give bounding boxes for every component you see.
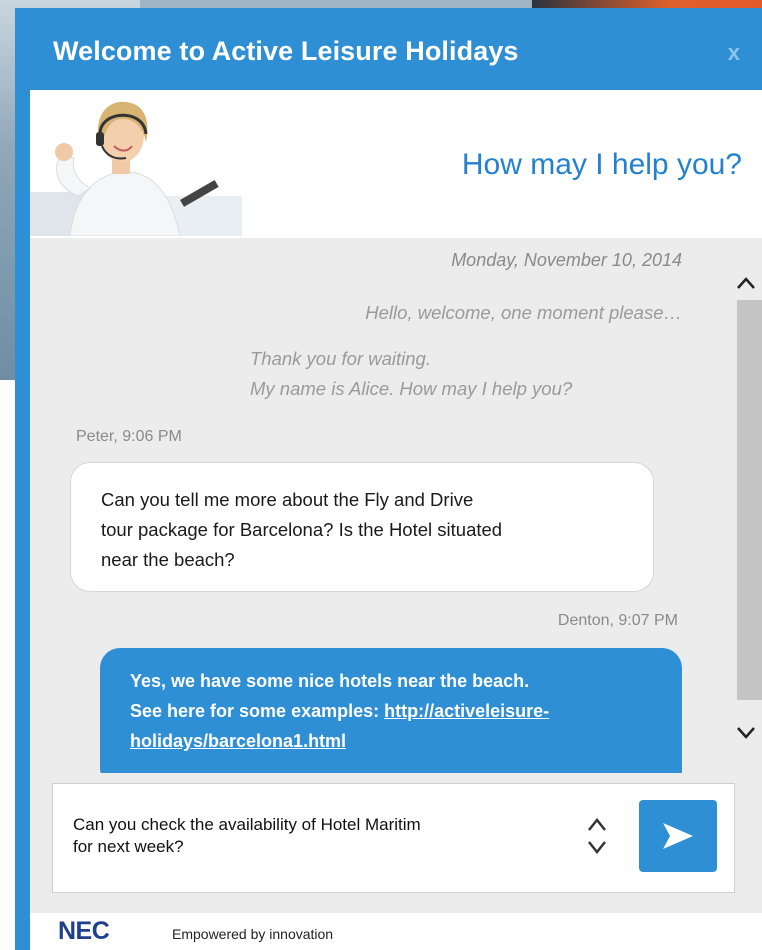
footer-tagline: Empowered by innovation <box>172 926 334 942</box>
system-message: Thank you for waiting. My name is Alice.… <box>250 348 573 399</box>
agent-message-bubble: Yes, we have some nice hotels near the b… <box>100 648 682 773</box>
send-button[interactable] <box>639 800 717 872</box>
customer-message-bubble: Can you tell me more about the Fly and D… <box>70 462 654 592</box>
agent-avatar <box>30 96 242 236</box>
hotel-examples-link[interactable]: http://activeleisure- <box>384 701 549 721</box>
footer: NEC Empowered by innovation <box>30 913 762 950</box>
window-title: Welcome to Active Leisure Holidays <box>53 36 519 66</box>
system-message: Hello, welcome, one moment please… <box>365 302 682 323</box>
message-compose-area: Can you check the availability of Hotel … <box>30 773 762 913</box>
scroll-up-icon[interactable] <box>730 268 762 298</box>
message-sender: Denton, 9:07 PM <box>557 612 678 629</box>
scroll-down-icon[interactable] <box>730 718 762 748</box>
chat-header: How may I help you? <box>30 90 762 238</box>
help-prompt: How may I help you? <box>461 148 742 181</box>
chat-date: Monday, November 10, 2014 <box>451 250 682 270</box>
send-icon <box>663 823 693 849</box>
message-input-text[interactable]: Can you check the availability of Hotel … <box>73 814 543 858</box>
chat-panel: How may I help you? Monday, November 10,… <box>30 90 762 950</box>
title-bar: Welcome to Active Leisure Holidays x <box>15 8 762 90</box>
message-sender: Peter, 9:06 PM <box>76 428 182 445</box>
nec-logo: NEC <box>58 917 110 945</box>
input-scroll-arrows-icon[interactable] <box>585 810 609 862</box>
message-input[interactable]: Can you check the availability of Hotel … <box>52 783 735 893</box>
close-button[interactable]: x <box>728 40 740 66</box>
chat-transcript[interactable]: Monday, November 10, 2014 Hello, welcome… <box>30 238 762 773</box>
chat-scrollbar[interactable] <box>730 238 762 773</box>
scrollbar-thumb[interactable] <box>737 300 762 700</box>
chat-widget: Welcome to Active Leisure Holidays x How… <box>15 8 762 950</box>
hotel-examples-link[interactable]: holidays/barcelona1.html <box>130 731 346 751</box>
